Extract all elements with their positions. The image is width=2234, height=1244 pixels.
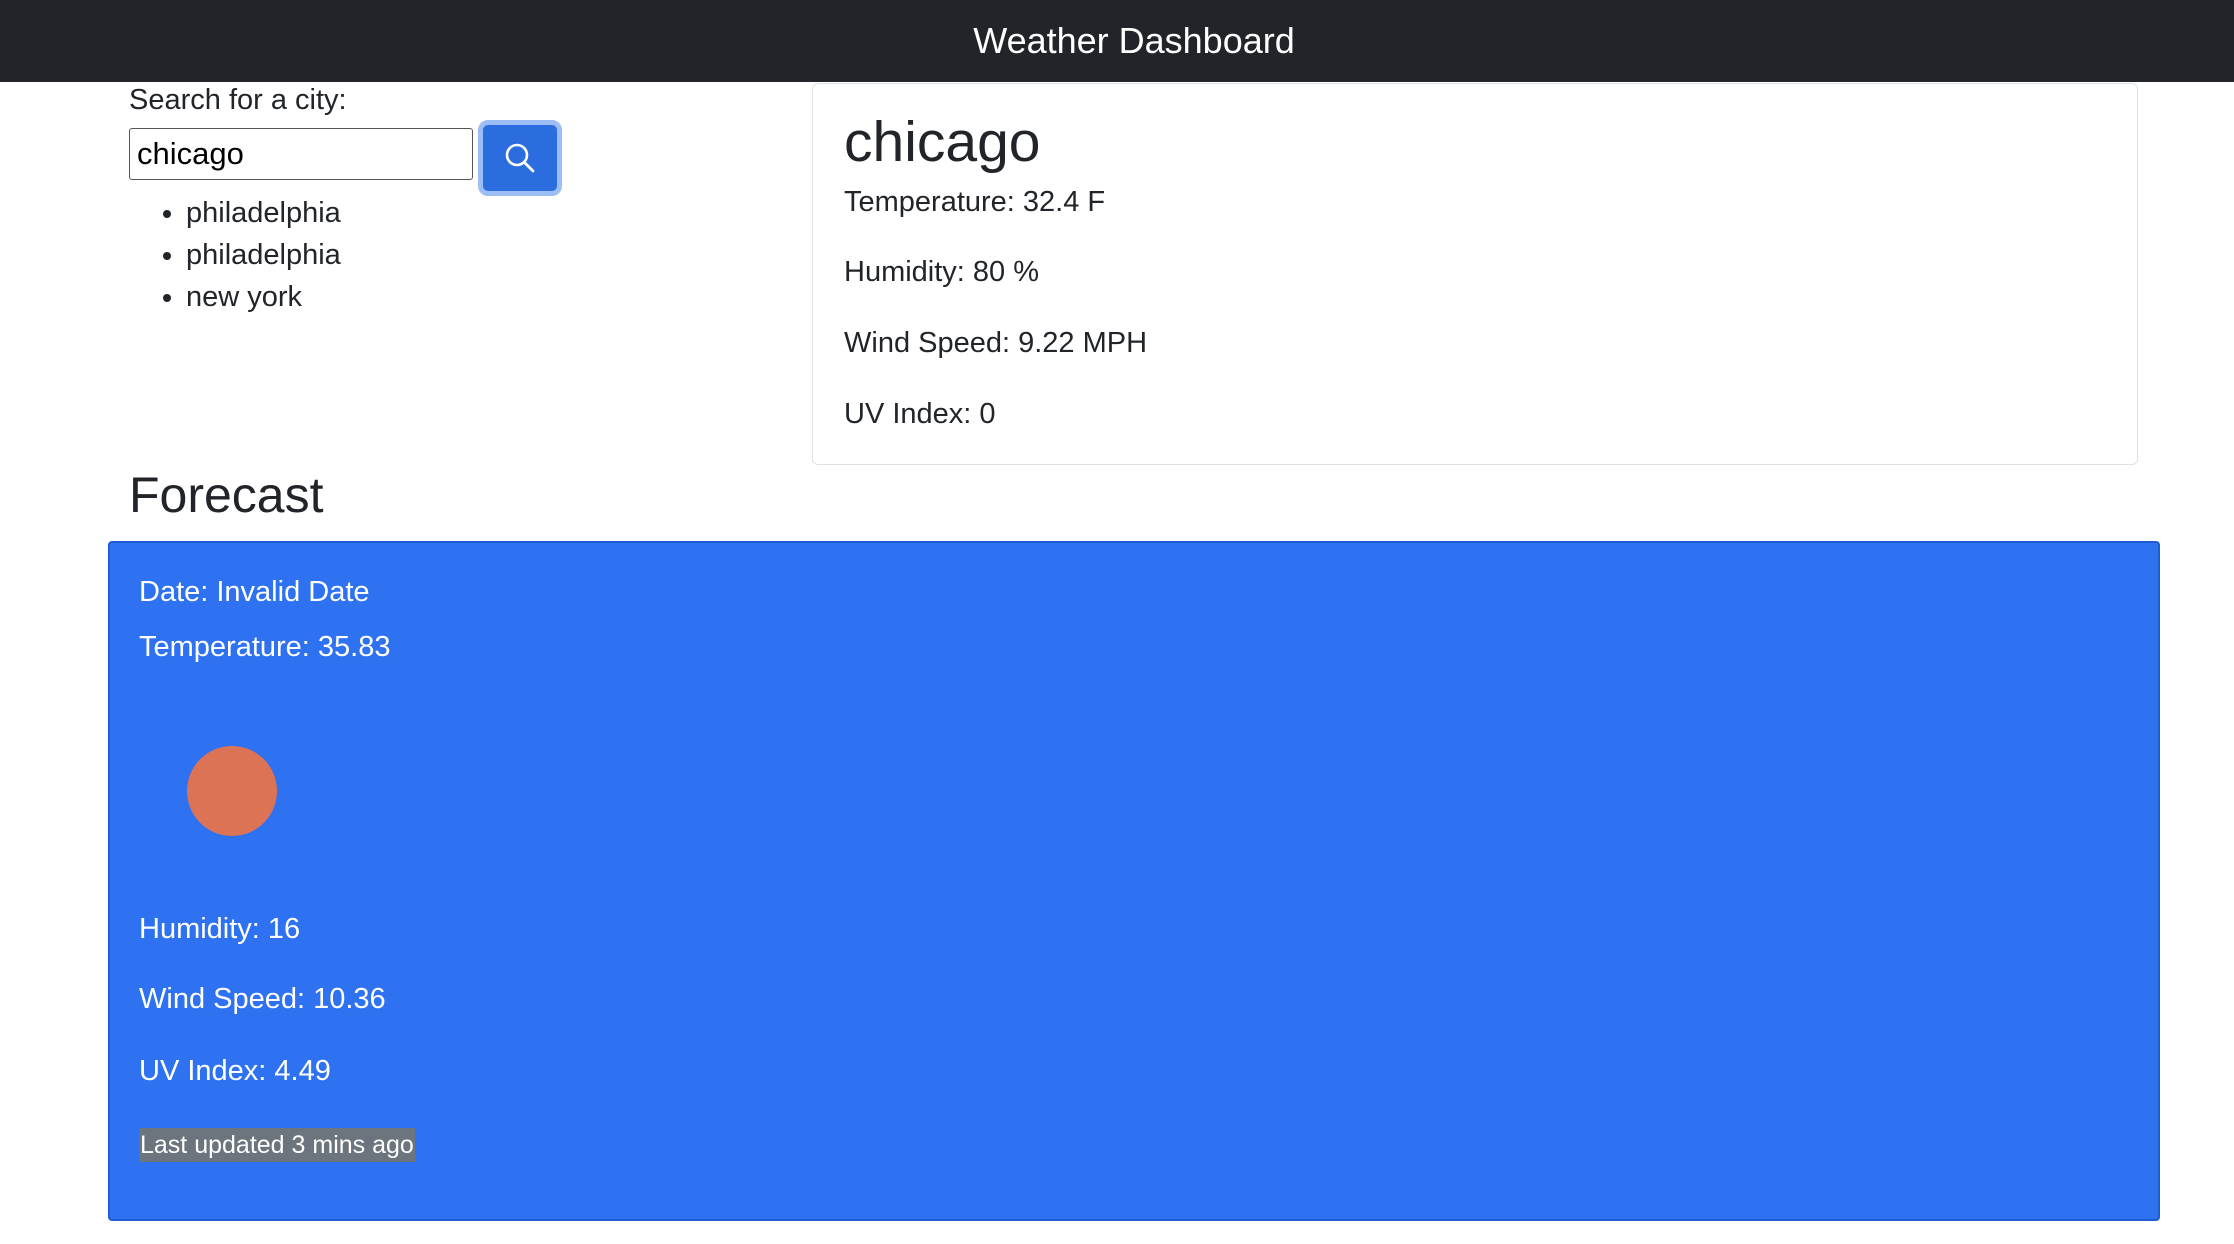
navbar: Weather Dashboard [0,0,2234,82]
history-item[interactable]: new york [186,276,341,318]
forecast-card: Date: Invalid Date Temperature: 35.83 Hu… [108,541,2160,1221]
search-button[interactable] [478,120,562,196]
current-uv-index: UV Index: 0 [844,398,996,430]
forecast-date: Date: Invalid Date [139,576,370,608]
city-search-input[interactable] [129,128,473,180]
last-updated-badge: Last updated 3 mins ago [139,1128,415,1162]
current-humidity: Humidity: 80 % [844,256,1040,288]
search-icon [502,140,538,176]
forecast-uv-index: UV Index: 4.49 [139,1055,331,1087]
current-wind-speed: Wind Speed: 9.22 MPH [844,327,1148,359]
current-temperature: Temperature: 32.4 F [844,186,1106,218]
forecast-humidity: Humidity: 16 [139,913,301,945]
forecast-temperature: Temperature: 35.83 [139,631,391,663]
forecast-wind-speed: Wind Speed: 10.36 [139,983,386,1015]
current-weather-card: chicago Temperature: 32.4 F Humidity: 80… [812,83,2138,465]
history-item[interactable]: philadelphia [186,234,341,276]
forecast-heading: Forecast [129,467,324,523]
current-city-name: chicago [844,110,1041,174]
app-title: Weather Dashboard [973,20,1295,61]
weather-icon [187,746,277,836]
search-label: Search for a city: [129,84,347,116]
search-history-list: philadelphia philadelphia new york [129,192,341,318]
history-item[interactable]: philadelphia [186,192,341,234]
